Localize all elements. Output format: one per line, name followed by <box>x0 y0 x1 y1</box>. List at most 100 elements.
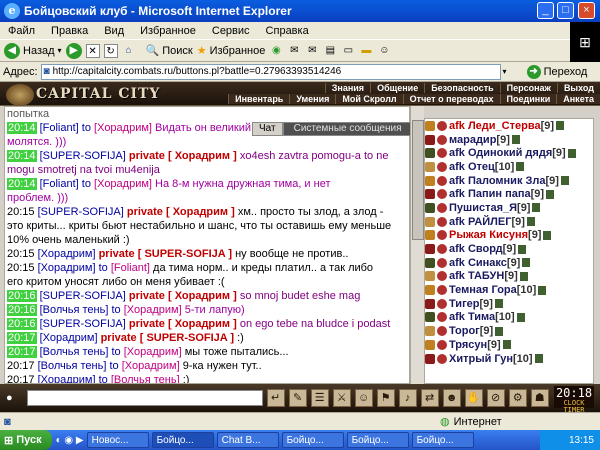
player-name[interactable]: afk ТАБУН <box>449 270 504 282</box>
group-icon[interactable]: ☗ <box>530 389 549 407</box>
player-row[interactable]: Пушистая_Я [9] <box>425 201 593 215</box>
player-name[interactable]: afk Тима <box>449 311 495 323</box>
media-icon[interactable]: ◉ <box>269 44 283 58</box>
nav-profile[interactable]: Анкета <box>556 94 600 104</box>
chat-input[interactable] <box>26 390 263 406</box>
info-icon[interactable] <box>543 230 552 240</box>
player-action-icon[interactable] <box>425 244 435 255</box>
nav-knowledge[interactable]: Знания <box>324 83 370 93</box>
info-icon[interactable] <box>495 326 504 336</box>
player-action-icon[interactable] <box>425 189 435 200</box>
chat-target[interactable]: [Foliant] <box>111 262 150 274</box>
menu-edit[interactable]: Правка <box>43 25 96 37</box>
chat-sender[interactable]: [Хорадрим] <box>38 248 96 260</box>
player-row[interactable]: Тигер [9] <box>425 297 593 311</box>
tab-system-messages[interactable]: Системные сообщения <box>282 122 413 136</box>
chat-sender[interactable]: [SUPER-SOFIJA] <box>40 150 126 162</box>
chat-target[interactable]: [Хорадрим] <box>124 346 182 358</box>
info-icon[interactable] <box>538 285 547 295</box>
menu-view[interactable]: Вид <box>96 25 132 37</box>
chat-target[interactable]: [ Хорадрим ] <box>168 290 237 302</box>
player-action-icon[interactable] <box>425 285 435 296</box>
minimize-button[interactable]: _ <box>537 2 554 19</box>
chat-target[interactable]: [Волчья тень] <box>111 374 180 383</box>
player-row[interactable]: Рыжая Кисуня [9] <box>425 229 593 243</box>
info-icon[interactable] <box>532 203 541 213</box>
nav-security[interactable]: Безопасность <box>424 83 499 93</box>
chat-target[interactable]: [Хорадрим] <box>122 360 180 372</box>
player-action-icon[interactable] <box>425 353 435 364</box>
player-action-icon[interactable] <box>425 120 435 131</box>
player-row[interactable]: afk Тима [10] <box>425 311 593 325</box>
info-icon[interactable] <box>522 258 531 268</box>
player-name[interactable]: Тигер <box>449 298 479 310</box>
task-item[interactable]: Новос... <box>86 432 149 448</box>
player-action-icon[interactable] <box>425 257 435 268</box>
info-icon[interactable] <box>502 340 511 350</box>
home-button[interactable]: ⌂ <box>122 44 136 58</box>
player-name[interactable]: Торог <box>449 325 480 337</box>
player-name[interactable]: afk Одинокий дядя <box>449 147 552 159</box>
chat-area[interactable]: попытка 20:14 [Foliant] to [Хорадрим] Вид… <box>4 106 410 384</box>
settings-icon[interactable]: ⚙ <box>508 389 527 407</box>
player-name[interactable]: afk Сворд <box>449 243 503 255</box>
task-item[interactable]: Бойцо... <box>281 432 344 448</box>
chat-target[interactable]: [Хорадрим] <box>124 304 182 316</box>
player-row[interactable]: afk ТАБУН [9] <box>425 270 593 284</box>
chat-sender[interactable]: [Foliant] <box>40 178 79 190</box>
chat-target[interactable]: [ SUPER-SOFIJA ] <box>138 248 232 260</box>
player-action-icon[interactable] <box>425 148 435 159</box>
hand-icon[interactable]: ✋ <box>464 389 483 407</box>
info-icon[interactable] <box>534 354 543 364</box>
nav-exit[interactable]: Выход <box>556 83 600 93</box>
player-action-icon[interactable] <box>425 298 435 309</box>
address-input[interactable]: ◙ http://capitalcity.combats.ru/buttons.… <box>40 63 501 80</box>
clear-icon[interactable]: ✎ <box>288 389 307 407</box>
player-action-icon[interactable] <box>425 161 435 172</box>
ban-icon[interactable]: ⊘ <box>486 389 505 407</box>
sound-icon[interactable]: ♪ <box>398 389 417 407</box>
chat-sender[interactable]: [Волчья тень] <box>38 360 107 372</box>
player-action-icon[interactable] <box>425 312 435 323</box>
player-name[interactable]: Хитрый Гун <box>449 353 513 365</box>
back-button[interactable]: ◀ Назад ▾ <box>4 42 62 59</box>
smile-icon[interactable]: ☻ <box>442 389 461 407</box>
tab-chat[interactable]: Чат <box>252 122 283 136</box>
quicklaunch-icons[interactable]: ◐ ◉ ▶ <box>56 435 84 446</box>
search-button[interactable]: 🔍 Поиск <box>146 44 193 58</box>
refresh-button[interactable]: ↻ <box>103 43 118 58</box>
menu-file[interactable]: Файл <box>0 25 43 37</box>
info-icon[interactable] <box>560 176 569 186</box>
chat-sender[interactable]: [Хорадрим] <box>40 332 98 344</box>
task-item[interactable]: Бойцо... <box>346 432 409 448</box>
chat-target[interactable]: [Хорадрим] <box>94 122 152 134</box>
info-icon[interactable] <box>556 121 565 131</box>
player-row[interactable]: afk Сворд [9] <box>425 242 593 256</box>
run-icon[interactable]: ⚑ <box>376 389 395 407</box>
player-action-icon[interactable] <box>425 326 435 337</box>
info-icon[interactable] <box>516 162 525 172</box>
player-row[interactable]: марадир [9] <box>425 133 593 147</box>
filter-icon[interactable]: ☰ <box>310 389 329 407</box>
send-icon[interactable]: ↵ <box>266 389 285 407</box>
player-name[interactable]: afk Синакс <box>449 257 507 269</box>
player-row[interactable]: afk Паломник Зла [9] <box>425 174 593 188</box>
player-row[interactable]: Трясун [9] <box>425 338 593 352</box>
info-icon[interactable] <box>516 312 525 322</box>
info-icon[interactable] <box>511 135 520 145</box>
task-item[interactable]: Бойцо... <box>151 432 214 448</box>
player-action-icon[interactable] <box>425 230 435 241</box>
task-item[interactable]: Бойцо... <box>411 432 474 448</box>
messenger-icon[interactable]: ☺ <box>377 44 391 58</box>
chat-target[interactable]: [ Хорадрим ] <box>168 318 237 330</box>
player-row[interactable]: Хитрый Гун [10] <box>425 352 593 366</box>
player-action-icon[interactable] <box>425 202 435 213</box>
chat-sender[interactable]: [SUPER-SOFIJA] <box>38 206 124 218</box>
info-icon[interactable] <box>494 299 503 309</box>
task-item[interactable]: Chat B... <box>216 432 279 448</box>
close-button[interactable]: × <box>578 2 595 19</box>
scroll-thumb[interactable] <box>412 120 424 240</box>
player-name[interactable]: afk Папин папа <box>449 188 531 200</box>
chat-mode-icon[interactable]: ● <box>6 392 13 404</box>
player-name[interactable]: afk РАЙЛЕГ <box>449 216 511 228</box>
